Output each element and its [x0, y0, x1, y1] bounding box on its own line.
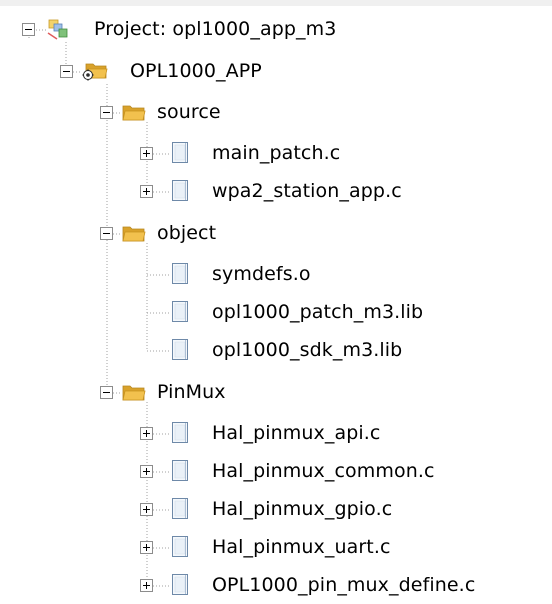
- file-2-3-label[interactable]: Hal_pinmux_uart.c: [212, 536, 391, 558]
- file-2-0-toggle[interactable]: [140, 427, 153, 440]
- file-1-1-label[interactable]: opl1000_patch_m3.lib: [212, 301, 423, 323]
- file-2-0-label[interactable]: Hal_pinmux_api.c: [212, 422, 380, 444]
- expand-icon: [140, 147, 153, 160]
- folder-icon: [122, 382, 146, 402]
- collapse-icon: [100, 386, 113, 399]
- expand-icon: [140, 541, 153, 554]
- collapse-icon: [100, 106, 113, 119]
- file-icon: [170, 421, 190, 445]
- expand-icon: [140, 503, 153, 516]
- target-label[interactable]: OPL1000_APP: [130, 60, 262, 82]
- expand-icon: [140, 427, 153, 440]
- file-0-0-toggle[interactable]: [140, 147, 153, 160]
- file-icon: [170, 573, 190, 597]
- file-icon: [170, 535, 190, 559]
- file-2-2-toggle[interactable]: [140, 503, 153, 516]
- file-icon: [170, 179, 190, 203]
- file-icon: [170, 300, 190, 324]
- file-2-3-toggle[interactable]: [140, 541, 153, 554]
- group-pinmux-toggle[interactable]: [100, 386, 113, 399]
- file-icon: [170, 497, 190, 521]
- file-0-1-label[interactable]: wpa2_station_app.c: [212, 180, 402, 202]
- group-object-toggle[interactable]: [100, 227, 113, 240]
- expand-icon: [140, 185, 153, 198]
- file-icon: [170, 338, 190, 362]
- file-2-1-label[interactable]: Hal_pinmux_common.c: [212, 460, 435, 482]
- group-source-label[interactable]: source: [157, 101, 221, 123]
- file-icon: [170, 459, 190, 483]
- group-pinmux-label[interactable]: PinMux: [157, 381, 226, 403]
- project-icon: [45, 17, 71, 41]
- group-source-toggle[interactable]: [100, 106, 113, 119]
- project-toggle[interactable]: [22, 23, 35, 36]
- folder-icon: [122, 223, 146, 243]
- file-0-0-label[interactable]: main_patch.c: [212, 142, 340, 164]
- file-2-2-label[interactable]: Hal_pinmux_gpio.c: [212, 498, 392, 520]
- collapse-icon: [100, 227, 113, 240]
- file-2-4-label[interactable]: OPL1000_pin_mux_define.c: [212, 574, 475, 596]
- file-0-1-toggle[interactable]: [140, 185, 153, 198]
- file-icon: [170, 141, 190, 165]
- file-1-0-label[interactable]: symdefs.o: [212, 263, 311, 285]
- expand-icon: [140, 579, 153, 592]
- project-tree: Project: opl1000_app_m3 OPL1000_APP sour…: [0, 0, 552, 604]
- file-2-1-toggle[interactable]: [140, 465, 153, 478]
- collapse-icon: [22, 23, 35, 36]
- file-icon: [170, 262, 190, 286]
- target-folder-icon: [82, 60, 108, 82]
- file-2-4-toggle[interactable]: [140, 579, 153, 592]
- file-1-2-label[interactable]: opl1000_sdk_m3.lib: [212, 339, 402, 361]
- target-toggle[interactable]: [60, 65, 73, 78]
- folder-icon: [122, 102, 146, 122]
- collapse-icon: [60, 65, 73, 78]
- group-object-label[interactable]: object: [157, 222, 216, 244]
- project-label[interactable]: Project: opl1000_app_m3: [94, 18, 336, 40]
- expand-icon: [140, 465, 153, 478]
